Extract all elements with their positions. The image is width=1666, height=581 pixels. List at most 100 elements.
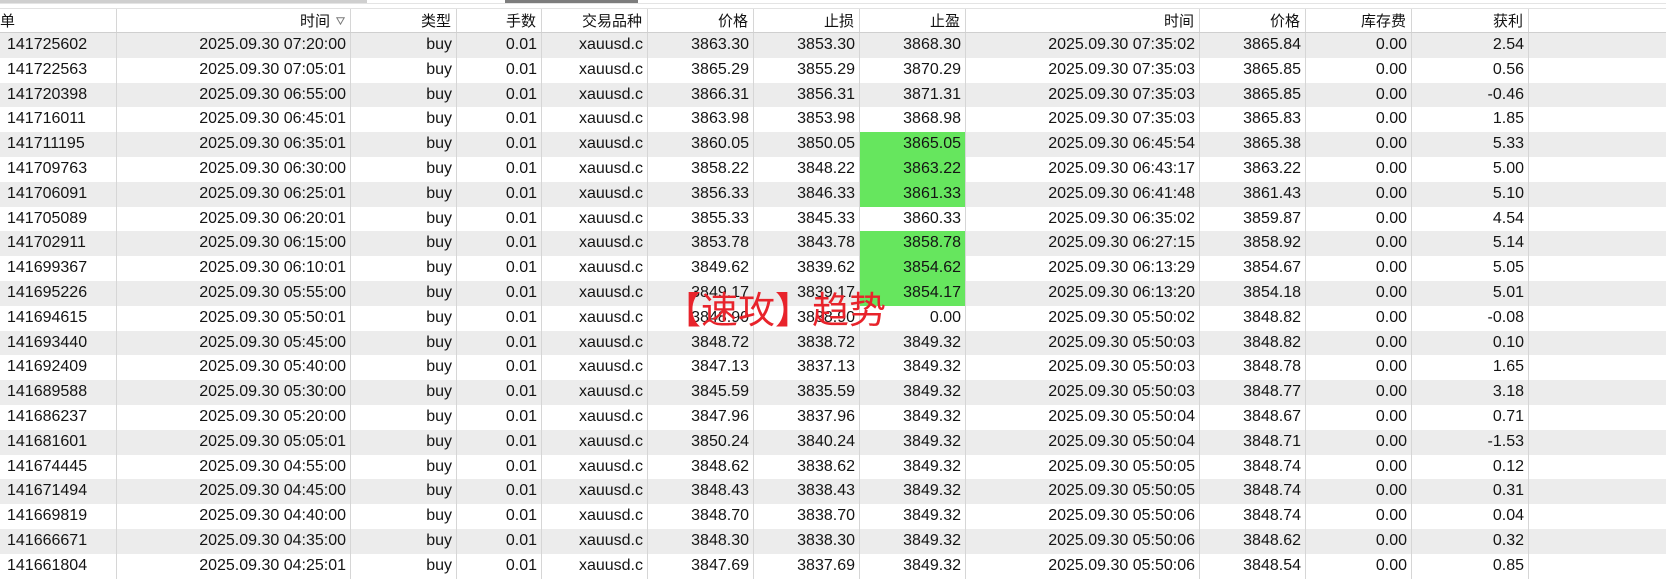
table-row[interactable]: 141716011 2025.09.30 06:45:01 buy 0.01 xauus… (0, 107, 1666, 133)
table-row[interactable]: 141709763 2025.09.30 06:30:00 buy 0.01 xauus… (0, 156, 1666, 182)
header-label: 交易品种 (581, 13, 642, 30)
table-row[interactable]: 141669819 2025.09.30 04:40:00 buy 0.01 xauus… (0, 504, 1666, 529)
row-filler (1529, 355, 1666, 380)
symbol-cell: xauusd.c (542, 553, 648, 579)
take-profit-cell: 3849.32 (860, 404, 966, 430)
swap-cell: 0.00 (1306, 57, 1412, 83)
open-price-cell: 3847.96 (648, 404, 754, 430)
close-price-cell: 3858.92 (1200, 231, 1306, 257)
table-row[interactable]: 141693440 2025.09.30 05:45:00 buy 0.01 xauus… (0, 330, 1666, 356)
type-cell: buy (351, 429, 457, 455)
header-close-time[interactable]: 时间 (966, 9, 1200, 32)
ticket-cell: 141699367 (0, 256, 117, 281)
table-row[interactable]: 141705089 2025.09.30 06:20:01 buy 0.01 xauus… (0, 206, 1666, 232)
header-label: 手数 (505, 13, 536, 30)
profit-cell: 5.00 (1412, 156, 1529, 182)
table-row[interactable]: 141674445 2025.09.30 04:55:00 buy 0.01 xauus… (0, 454, 1666, 480)
volume-cell: 0.01 (457, 256, 542, 281)
header-ticket[interactable]: 单 (0, 9, 117, 32)
table-row[interactable]: 141692409 2025.09.30 05:40:00 buy 0.01 xauus… (0, 355, 1666, 381)
stop-loss-cell: 3848.22 (754, 156, 860, 182)
swap-cell: 0.00 (1306, 107, 1412, 133)
header-type[interactable]: 类型 (351, 9, 457, 32)
open-time-cell: 2025.09.30 05:05:01 (117, 429, 351, 455)
table-row[interactable]: 141681601 2025.09.30 05:05:01 buy 0.01 xauus… (0, 429, 1666, 455)
header-open-price[interactable]: 价格 (648, 9, 754, 32)
take-profit-cell: 3849.32 (860, 553, 966, 579)
header-take-profit[interactable]: 止盈 (860, 9, 966, 32)
close-time-cell: 2025.09.30 06:35:02 (966, 206, 1200, 232)
volume-cell: 0.01 (457, 404, 542, 430)
table-body: 141725602 2025.09.30 07:20:00 buy 0.01 xauus… (0, 33, 1666, 579)
close-time-cell: 2025.09.30 05:50:06 (966, 528, 1200, 554)
table-row[interactable]: 141722563 2025.09.30 07:05:01 buy 0.01 xauus… (0, 57, 1666, 83)
header-swap[interactable]: 库存费 (1306, 9, 1412, 32)
row-filler (1529, 231, 1666, 256)
open-time-cell: 2025.09.30 07:05:01 (117, 57, 351, 83)
symbol-cell: xauusd.c (542, 454, 648, 480)
open-time-cell: 2025.09.30 07:20:00 (117, 33, 351, 58)
ticket-cell: 141716011 (0, 107, 117, 133)
header-close-price[interactable]: 价格 (1200, 9, 1306, 32)
table-row[interactable]: 141695226 2025.09.30 05:55:00 buy 0.01 xauus… (0, 280, 1666, 306)
type-cell: buy (351, 553, 457, 579)
table-row[interactable]: 141661804 2025.09.30 04:25:01 buy 0.01 xauus… (0, 553, 1666, 579)
type-cell: buy (351, 355, 457, 381)
header-stop-loss[interactable]: 止损 (754, 9, 860, 32)
open-price-cell: 3855.33 (648, 206, 754, 232)
table-row[interactable]: 141711195 2025.09.30 06:35:01 buy 0.01 xauus… (0, 132, 1666, 157)
open-time-cell: 2025.09.30 06:55:00 (117, 82, 351, 108)
type-cell: buy (351, 479, 457, 505)
table-row[interactable]: 141725602 2025.09.30 07:20:00 buy 0.01 xauus… (0, 33, 1666, 58)
row-filler (1529, 132, 1666, 157)
row-filler (1529, 331, 1666, 356)
sort-descending-icon[interactable] (336, 16, 345, 25)
type-cell: buy (351, 156, 457, 182)
open-time-cell: 2025.09.30 05:30:00 (117, 380, 351, 405)
ticket-cell: 141689588 (0, 380, 117, 405)
close-time-cell: 2025.09.30 05:50:03 (966, 380, 1200, 405)
close-time-cell: 2025.09.30 07:35:02 (966, 33, 1200, 58)
table-row[interactable]: 141694615 2025.09.30 05:50:01 buy 0.01 xauus… (0, 305, 1666, 331)
table-row[interactable]: 141686237 2025.09.30 05:20:00 buy 0.01 xauus… (0, 404, 1666, 430)
table-row[interactable]: 141720398 2025.09.30 06:55:00 buy 0.01 xauus… (0, 82, 1666, 108)
row-filler (1529, 281, 1666, 306)
swap-cell: 0.00 (1306, 132, 1412, 157)
ticket-cell: 141666671 (0, 528, 117, 554)
swap-cell: 0.00 (1306, 181, 1412, 207)
ticket-cell: 141692409 (0, 355, 117, 381)
close-price-cell: 3848.67 (1200, 404, 1306, 430)
row-filler (1529, 157, 1666, 182)
ticket-cell: 141693440 (0, 330, 117, 356)
symbol-cell: xauusd.c (542, 181, 648, 207)
symbol-cell: xauusd.c (542, 355, 648, 381)
table-row[interactable]: 141689588 2025.09.30 05:30:00 buy 0.01 xauus… (0, 380, 1666, 405)
stop-loss-cell: 3843.78 (754, 231, 860, 257)
profit-cell: 5.14 (1412, 231, 1529, 257)
row-filler (1529, 479, 1666, 504)
table-row[interactable]: 141699367 2025.09.30 06:10:01 buy 0.01 xauus… (0, 256, 1666, 281)
type-cell: buy (351, 404, 457, 430)
table-row[interactable]: 141702911 2025.09.30 06:15:00 buy 0.01 xauus… (0, 231, 1666, 257)
header-profit[interactable]: 获利 (1412, 9, 1529, 32)
symbol-cell: xauusd.c (542, 429, 648, 455)
header-open-time[interactable]: 时间 (117, 9, 351, 32)
row-filler (1529, 430, 1666, 455)
take-profit-cell: 3849.32 (860, 504, 966, 529)
symbol-cell: xauusd.c (542, 231, 648, 257)
table-row[interactable]: 141706091 2025.09.30 06:25:01 buy 0.01 xauus… (0, 181, 1666, 207)
table-row[interactable]: 141666671 2025.09.30 04:35:00 buy 0.01 xauus… (0, 528, 1666, 554)
open-time-cell: 2025.09.30 04:40:00 (117, 504, 351, 529)
open-price-cell: 3848.90 (648, 305, 754, 331)
open-time-cell: 2025.09.30 06:10:01 (117, 256, 351, 281)
close-time-cell: 2025.09.30 07:35:03 (966, 82, 1200, 108)
table-row[interactable]: 141671494 2025.09.30 04:45:00 buy 0.01 xauus… (0, 479, 1666, 505)
volume-cell: 0.01 (457, 57, 542, 83)
swap-cell: 0.00 (1306, 206, 1412, 232)
row-filler (1529, 182, 1666, 207)
close-price-cell: 3848.74 (1200, 479, 1306, 505)
header-volume[interactable]: 手数 (457, 9, 542, 32)
swap-cell: 0.00 (1306, 553, 1412, 579)
swap-cell: 0.00 (1306, 504, 1412, 529)
header-symbol[interactable]: 交易品种 (542, 9, 648, 32)
